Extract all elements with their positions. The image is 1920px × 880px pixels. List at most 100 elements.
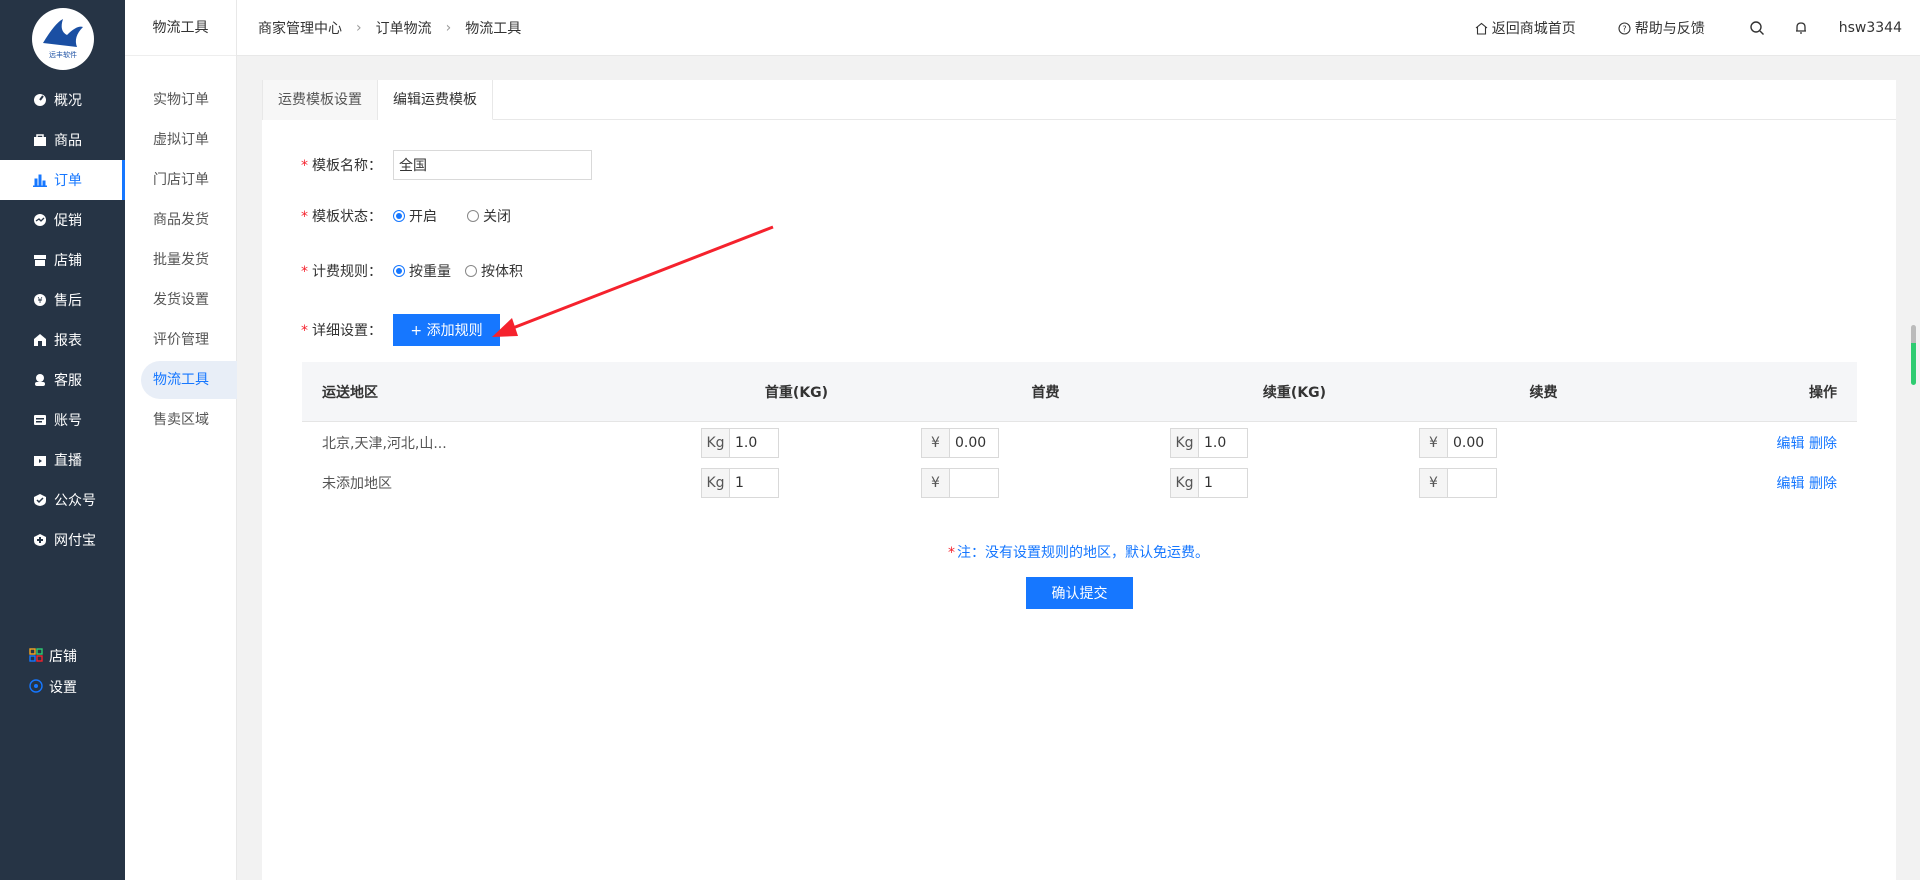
sidebar-item-label: 售后 [54,293,82,309]
first-fee-input[interactable]: ¥ [921,468,999,498]
col-header-region: 运送地区 [322,384,378,401]
sidebar-bottom-store[interactable]: 店铺 [29,646,77,666]
svg-text:¥: ¥ [37,296,42,305]
report-icon [32,332,48,348]
logo-text: 远丰软件 [49,50,77,59]
sidebar-item-store[interactable]: 店铺 [0,240,125,280]
confirm-submit-button[interactable]: 确认提交 [1026,577,1133,609]
template-name-label: * 模板名称： [301,155,382,175]
actions-cell: 编辑 删除 [1668,433,1857,453]
table-header: 运送地区 首重(KG) 首费 续重(KG) 续费 操作 [302,362,1857,422]
sidebar-item-live[interactable]: 直播 [0,440,125,480]
sidebar-item-promotion[interactable]: 促销 [0,200,125,240]
first-weight-cell: Kg 1.0 [672,428,921,458]
subnav-item-shipping[interactable]: 商品发货 [141,201,237,239]
sidebar-item-report[interactable]: 报表 [0,320,125,360]
customer-service-icon [32,372,48,388]
settings-icon [29,679,45,695]
radio-dot [465,265,477,277]
extra-fee-input[interactable]: ¥ [1419,468,1497,498]
first-weight-input[interactable]: Kg 1 [701,468,779,498]
sidebar-item-payment[interactable]: 网付宝 [0,520,125,560]
sidebar-item-label: 客服 [54,373,82,389]
official-account-icon [32,492,48,508]
grid-icon [29,648,45,664]
input-value: 1 [1204,475,1213,491]
sidebar-item-label: 报表 [54,333,82,349]
unit-addon: Kg [702,429,730,457]
col-header-actions: 操作 [1809,384,1837,401]
logo-graphic: 远丰软件 [43,19,83,59]
template-name-input[interactable] [393,150,592,180]
subnav-item-reviews[interactable]: 评价管理 [141,321,237,359]
subnav-item-store-orders[interactable]: 门店订单 [141,161,237,199]
search-icon[interactable] [1749,20,1765,36]
back-home-link[interactable]: 返回商城首页 [1475,18,1576,38]
status-radio-off[interactable]: 关闭 [467,206,511,226]
billing-rule-row: * 计费规则： 按重量 按体积 [301,261,523,281]
sidebar-item-customer-service[interactable]: 客服 [0,360,125,400]
sidebar-item-products[interactable]: 商品 [0,120,125,160]
sidebar-item-after-sale[interactable]: ¥ 售后 [0,280,125,320]
tab-edit-freight-template[interactable]: 编辑运费模板 [378,80,493,120]
first-fee-input[interactable]: ¥0.00 [921,428,999,458]
sidebar-item-label: 账号 [54,413,82,429]
first-weight-input[interactable]: Kg 1.0 [701,428,779,458]
sidebar-item-official-account[interactable]: 公众号 [0,480,125,520]
scrollbar-indicator[interactable] [1911,325,1916,385]
status-radio-on[interactable]: 开启 [393,206,437,226]
sidebar-bottom-label: 设置 [49,680,77,696]
subnav-item-shipping-settings[interactable]: 发货设置 [141,281,237,319]
help-feedback-label: 帮助与反馈 [1634,21,1705,37]
add-rule-button[interactable]: + 添加规则 [393,314,500,346]
extra-fee-cell: ¥0.00 [1419,428,1668,458]
sidebar-item-label: 网付宝 [54,533,96,549]
extra-weight-input[interactable]: Kg 1 [1170,468,1248,498]
col-header-first-fee: 首费 [1031,384,1060,401]
breadcrumb-item[interactable]: 商家管理中心 [258,18,342,38]
username[interactable]: hsw3344 [1839,20,1902,36]
dashboard-icon [32,92,48,108]
tab-freight-template-settings[interactable]: 运费模板设置 [262,80,378,120]
template-status-row: * 模板状态： 开启 关闭 [301,206,511,226]
edit-link[interactable]: 编辑 [1777,476,1805,492]
detail-settings-row: * 详细设置： + 添加规则 [301,314,500,346]
extra-weight-input[interactable]: Kg 1.0 [1170,428,1248,458]
unit-addon: Kg [702,469,730,497]
delete-link[interactable]: 删除 [1809,436,1837,452]
required-mark: * [948,545,955,561]
subnav-item-logistics-tools[interactable]: 物流工具 [141,361,237,399]
extra-fee-input[interactable]: ¥0.00 [1419,428,1497,458]
breadcrumb-item: 物流工具 [465,21,522,37]
subnav-item-batch-shipping[interactable]: 批量发货 [141,241,237,279]
region-cell: 未添加地区 [322,476,392,492]
help-icon: ? [1618,21,1631,35]
help-feedback-link[interactable]: ? 帮助与反馈 [1618,18,1705,38]
edit-link[interactable]: 编辑 [1777,436,1805,452]
rule-radio-weight[interactable]: 按重量 [393,261,451,281]
bell-icon[interactable] [1793,20,1809,36]
sidebar-item-label: 公众号 [54,493,96,509]
free-shipping-note: * 注：没有设置规则的地区，默认免运费。 [948,542,1209,562]
sidebar-item-account[interactable]: 账号 [0,400,125,440]
rule-radio-volume[interactable]: 按体积 [465,261,523,281]
bag-icon [32,132,48,148]
breadcrumb-item[interactable]: 订单物流 [376,18,432,38]
brand-logo[interactable]: 远丰软件 [32,8,94,70]
main-sidebar: 远丰软件 概况 商品 订单 促销 店铺 ¥ 售后 报表 客服 账号 直播 公众号… [0,0,125,880]
sidebar-item-label: 订单 [54,173,82,189]
region-cell: 北京,天津,河北,山... [322,436,447,452]
subnav-item-sales-region[interactable]: 售卖区域 [141,401,237,439]
col-header-extra-weight: 续重(KG) [1262,384,1327,401]
subnav-item-virtual-orders[interactable]: 虚拟订单 [141,121,237,159]
subnav-item-physical-orders[interactable]: 实物订单 [141,81,237,119]
sidebar-item-overview[interactable]: 概况 [0,80,125,120]
radio-label: 开启 [409,209,437,225]
promotion-icon [32,212,48,228]
sidebar-item-orders[interactable]: 订单 [0,160,125,200]
radio-label: 关闭 [483,209,511,225]
delete-link[interactable]: 删除 [1809,476,1837,492]
sidebar-bottom-settings[interactable]: 设置 [29,677,77,697]
store-icon [32,252,48,268]
input-value: 0.00 [955,435,987,451]
